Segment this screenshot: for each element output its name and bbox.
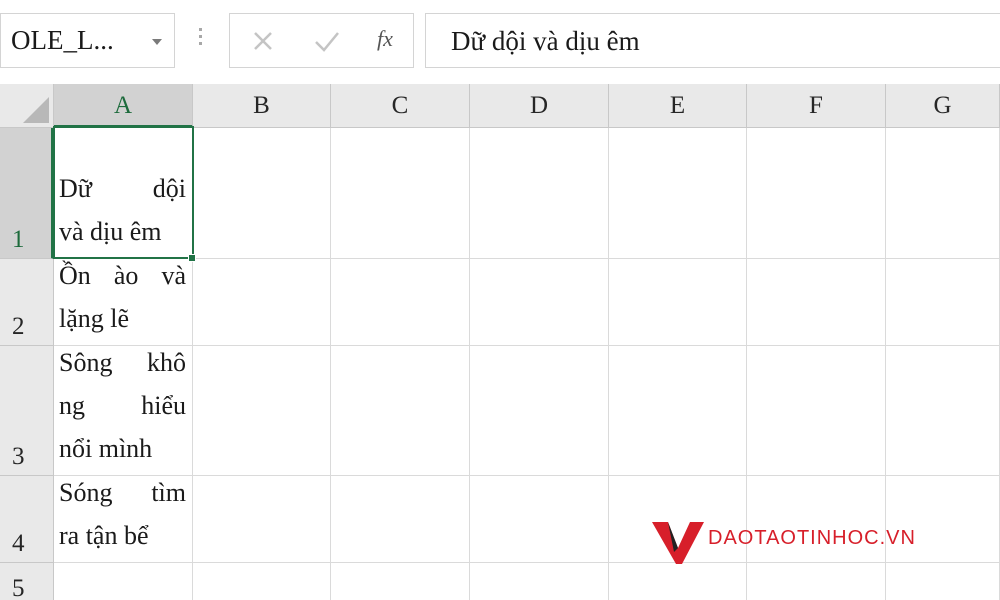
cell-line: nổi mình bbox=[59, 434, 153, 463]
cell-c1[interactable] bbox=[331, 128, 470, 259]
cell-d5[interactable] bbox=[470, 563, 609, 600]
cell-d2[interactable] bbox=[470, 259, 609, 346]
cell-line: ra tận bể bbox=[59, 521, 149, 550]
cell-f3[interactable] bbox=[747, 346, 886, 476]
cell-c5[interactable] bbox=[331, 563, 470, 600]
column-header-a[interactable]: A bbox=[54, 84, 193, 128]
row-number: 1 bbox=[12, 226, 25, 253]
cell-c4[interactable] bbox=[331, 476, 470, 563]
cell-line: ng hiểu bbox=[59, 391, 186, 420]
watermark-logo: DAOTAOTINHOC.VN bbox=[652, 520, 952, 570]
name-box[interactable]: OLE_L... bbox=[0, 13, 175, 68]
column-header-c[interactable]: C bbox=[331, 84, 470, 128]
cell-g1[interactable] bbox=[886, 128, 1000, 259]
fill-handle[interactable] bbox=[188, 254, 196, 262]
cell-line: lặng lẽ bbox=[59, 304, 130, 333]
cell-c3[interactable] bbox=[331, 346, 470, 476]
logo-icon bbox=[652, 522, 704, 564]
cell-b1[interactable] bbox=[193, 128, 331, 259]
row-header-5[interactable]: 5 bbox=[0, 563, 54, 600]
close-icon[interactable] bbox=[250, 26, 276, 56]
cell-e3[interactable] bbox=[609, 346, 747, 476]
formula-buttons: fx bbox=[229, 13, 414, 68]
cell-b5[interactable] bbox=[193, 563, 331, 600]
insert-function-button[interactable]: fx bbox=[377, 26, 393, 52]
cell-g2[interactable] bbox=[886, 259, 1000, 346]
cell-text: Sóng tìm ra tận bể bbox=[59, 471, 186, 557]
row-header-3[interactable]: 3 bbox=[0, 346, 54, 476]
column-header-e[interactable]: E bbox=[609, 84, 747, 128]
row-header-4[interactable]: 4 bbox=[0, 476, 54, 563]
cell-text: Ồn ào và lặng lẽ bbox=[59, 254, 186, 340]
cell-a3[interactable]: Sông khô ng hiểu nổi mình bbox=[54, 346, 193, 476]
column-header-b[interactable]: B bbox=[193, 84, 331, 128]
column-header-d[interactable]: D bbox=[470, 84, 609, 128]
cell-text: Sông khô ng hiểu nổi mình bbox=[59, 341, 186, 470]
cell-line: Ồn ào và bbox=[59, 261, 186, 290]
cell-c2[interactable] bbox=[331, 259, 470, 346]
row-number: 4 bbox=[12, 530, 25, 557]
cell-d4[interactable] bbox=[470, 476, 609, 563]
cell-e2[interactable] bbox=[609, 259, 747, 346]
fx-label: fx bbox=[377, 26, 393, 51]
row-number: 5 bbox=[12, 575, 25, 600]
chevron-down-icon[interactable] bbox=[152, 39, 162, 45]
watermark-text: DAOTAOTINHOC.VN bbox=[708, 527, 916, 549]
formula-bar: OLE_L... fx Dữ dội và dịu êm bbox=[0, 0, 1000, 84]
cell-d3[interactable] bbox=[470, 346, 609, 476]
cell-f1[interactable] bbox=[747, 128, 886, 259]
grip-handle-icon[interactable] bbox=[199, 28, 203, 54]
row-header-2[interactable]: 2 bbox=[0, 259, 54, 346]
cell-line: Sóng tìm bbox=[59, 478, 186, 507]
column-header-g[interactable]: G bbox=[886, 84, 1000, 128]
check-icon[interactable] bbox=[312, 26, 342, 56]
cell-line: Sông khô bbox=[59, 348, 186, 377]
row-header-1[interactable]: 1 bbox=[0, 128, 54, 259]
cell-e1[interactable] bbox=[609, 128, 747, 259]
cell-b2[interactable] bbox=[193, 259, 331, 346]
formula-input[interactable]: Dữ dội và dịu êm bbox=[425, 13, 1000, 68]
cell-f2[interactable] bbox=[747, 259, 886, 346]
column-header-f[interactable]: F bbox=[747, 84, 886, 128]
cell-a5[interactable] bbox=[54, 563, 193, 600]
cell-b3[interactable] bbox=[193, 346, 331, 476]
cell-d1[interactable] bbox=[470, 128, 609, 259]
cell-g3[interactable] bbox=[886, 346, 1000, 476]
row-number: 2 bbox=[12, 313, 25, 340]
select-all-icon bbox=[23, 97, 49, 123]
cell-a2[interactable]: Ồn ào và lặng lẽ bbox=[54, 259, 193, 346]
row-number: 3 bbox=[12, 443, 25, 470]
cell-b4[interactable] bbox=[193, 476, 331, 563]
selected-cell-border bbox=[53, 126, 194, 259]
name-box-value: OLE_L... bbox=[11, 25, 114, 55]
formula-value: Dữ dội và dịu êm bbox=[451, 26, 640, 56]
select-all-button[interactable] bbox=[0, 84, 54, 128]
cell-a4[interactable]: Sóng tìm ra tận bể bbox=[54, 476, 193, 563]
